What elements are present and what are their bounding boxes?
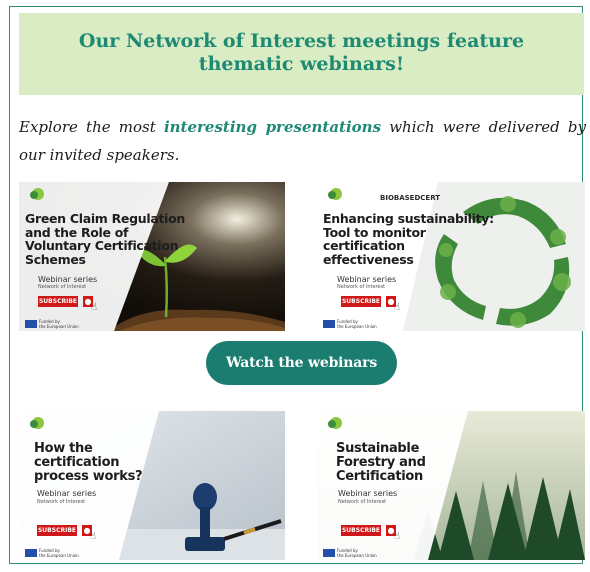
leaf-logo-icon — [30, 188, 44, 200]
card-title: Green Claim Regulation and the Role of V… — [25, 211, 186, 267]
subscribe-button[interactable]: SUBSCRIBE — [37, 525, 77, 536]
eu-funding-text: Funded by the European Union — [39, 319, 79, 329]
hand-cursor-icon: ☝ — [91, 302, 98, 313]
eu-funding-text: Funded by the European Union — [337, 319, 377, 329]
subscribe-button[interactable]: SUBSCRIBE — [38, 296, 78, 307]
card-title: Enhancing sustainability: Tool to monito… — [323, 211, 494, 267]
leaf-logo-icon — [328, 417, 342, 429]
header-banner: Our Network of Interest meetings feature… — [19, 13, 584, 95]
hand-cursor-icon: ☝ — [90, 531, 97, 542]
series-sub-label: Network of Interest — [337, 284, 386, 290]
eu-flag-icon — [323, 549, 335, 557]
webinar-card-green-claim[interactable]: Green Claim Regulation and the Role of V… — [19, 182, 285, 331]
eu-flag-icon — [25, 549, 37, 557]
eu-flag-icon — [323, 320, 335, 328]
series-sub-label: Network of Interest — [38, 284, 87, 290]
series-sub-label: Network of Interest — [338, 499, 387, 505]
intro-paragraph: Explore the most interesting presentatio… — [19, 113, 586, 169]
card-title: Sustainable Forestry and Certification — [336, 441, 426, 484]
webinar-card-sustainable-forestry[interactable]: Sustainable Forestry and Certification W… — [318, 411, 585, 560]
card-title: How the certification process works? — [34, 441, 143, 484]
webinar-card-enhancing-sustainability[interactable]: BIOBASEDCERT Enhancing sustainability: T… — [318, 182, 585, 331]
eu-funding-text: Funded by the European Union — [39, 548, 79, 558]
forest-image — [318, 411, 585, 560]
subscribe-button[interactable]: SUBSCRIBE — [341, 296, 381, 307]
banner-title: Our Network of Interest meetings feature… — [78, 30, 525, 75]
series-label: Webinar series — [37, 489, 97, 498]
series-label: Webinar series — [38, 275, 98, 284]
hand-cursor-icon: ☝ — [394, 531, 401, 542]
partner-logo-text: BIOBASEDCERT — [380, 194, 441, 202]
series-label: Webinar series — [338, 489, 398, 498]
leaf-logo-icon — [30, 417, 44, 429]
subscribe-button[interactable]: SUBSCRIBE — [341, 525, 381, 536]
webinar-card-certification-process[interactable]: How the certification process works? Web… — [19, 411, 285, 560]
series-label: Webinar series — [337, 275, 397, 284]
intro-highlight: interesting presentations — [163, 118, 382, 136]
watch-webinars-button[interactable]: Watch the webinars here! — [206, 341, 397, 415]
hand-cursor-icon: ☝ — [394, 302, 401, 313]
intro-text-start: Explore the most — [19, 118, 164, 136]
eu-funding-text: Funded by the European Union — [337, 548, 377, 558]
eu-flag-icon — [25, 320, 37, 328]
leaf-logo-icon — [328, 188, 342, 200]
stamp-image — [19, 411, 285, 560]
series-sub-label: Network of Interest — [37, 499, 86, 505]
